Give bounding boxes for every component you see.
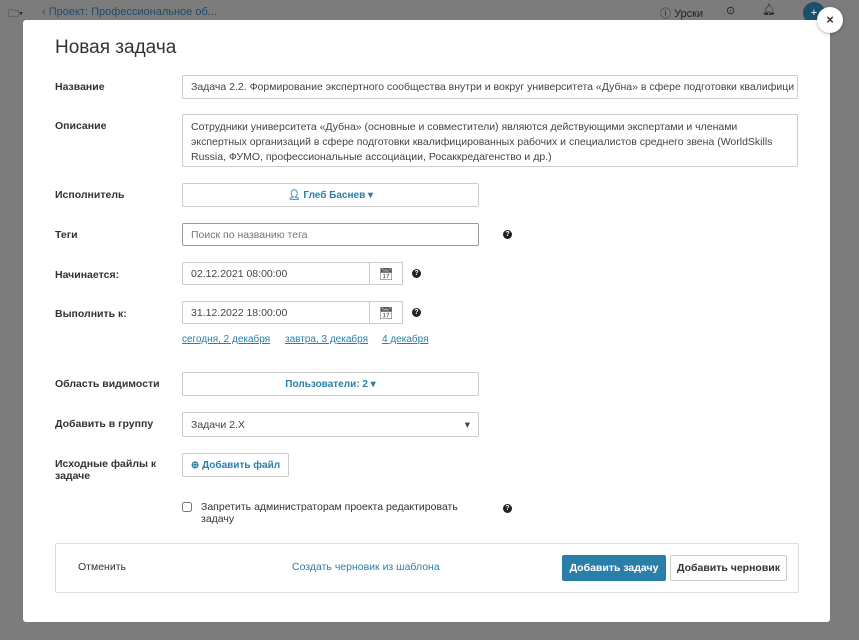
restrict-admins-checkbox[interactable]: [182, 502, 192, 512]
visibility-label: Область видимости: [55, 378, 160, 390]
due-input[interactable]: 31.12.2022 18:00:00: [182, 301, 370, 324]
due-label: Выполнить к:: [55, 308, 127, 320]
help-icon[interactable]: ?: [412, 308, 421, 317]
quick-date-tomorrow[interactable]: завтра, 3 декабря: [285, 334, 368, 345]
caret-icon: ▾: [367, 378, 376, 390]
caret-icon: ▾: [464, 418, 470, 431]
start-label: Начинается:: [55, 269, 120, 281]
help-icon: ⓘ: [660, 8, 675, 20]
folder-icon[interactable]: 🗀▾: [8, 5, 23, 24]
lessons-link[interactable]: ⓘ Урски: [660, 5, 703, 21]
caret-icon: ▾: [365, 189, 374, 201]
add-file-button[interactable]: ⊕ Добавить файл: [182, 453, 289, 477]
add-draft-button[interactable]: Добавить черновик: [670, 555, 787, 581]
plus-circle-icon: ⊕: [190, 459, 203, 471]
modal-footer: Отменить Создать черновик из шаблона Доб…: [55, 543, 799, 593]
name-input[interactable]: Задача 2.2. Формирование экспертного соо…: [182, 75, 798, 99]
template-draft-link[interactable]: Создать черновик из шаблона: [292, 561, 440, 573]
tags-label: Теги: [55, 229, 78, 241]
description-input[interactable]: Сотрудники университета «Дубна» (основны…: [182, 114, 798, 167]
modal-title: Новая задача: [55, 37, 177, 58]
assignee-dropdown[interactable]: 👤︎ Глеб Баснев ▾: [182, 183, 479, 207]
quick-date-day-after[interactable]: 4 декабря: [382, 334, 428, 345]
breadcrumb[interactable]: ‹ Проект: Профессиональное об...: [42, 6, 217, 18]
calendar-icon[interactable]: 📅︎: [369, 301, 403, 324]
name-label: Название: [55, 81, 105, 93]
group-select[interactable]: Задачи 2.X ▾: [182, 412, 479, 437]
group-label: Добавить в группу: [55, 418, 154, 430]
tags-input[interactable]: [182, 223, 479, 246]
help-icon[interactable]: ?: [412, 269, 421, 278]
bell-icon[interactable]: 🔔︎: [762, 3, 776, 16]
restrict-admins-label: Запретить администраторам проекта редакт…: [201, 501, 458, 525]
chat-icon[interactable]: ⊙: [726, 4, 735, 17]
quick-date-today[interactable]: сегодня, 2 декабря: [182, 334, 270, 345]
user-icon: 👤︎: [287, 189, 304, 201]
add-task-button[interactable]: Добавить задачу: [562, 555, 666, 581]
help-icon[interactable]: ?: [503, 504, 512, 513]
start-input[interactable]: 02.12.2021 08:00:00: [182, 262, 370, 285]
visibility-dropdown[interactable]: Пользователи: 2 ▾: [182, 372, 479, 396]
description-label: Описание: [55, 120, 107, 132]
assignee-label: Исполнитель: [55, 189, 125, 201]
cancel-button[interactable]: Отменить: [78, 561, 126, 573]
calendar-icon[interactable]: 📅︎: [369, 262, 403, 285]
new-task-modal: Новая задача Название Задача 2.2. Формир…: [23, 20, 830, 622]
close-icon[interactable]: ×: [817, 7, 843, 33]
files-label: Исходные файлы к задаче: [55, 458, 157, 482]
help-icon[interactable]: ?: [503, 230, 512, 239]
